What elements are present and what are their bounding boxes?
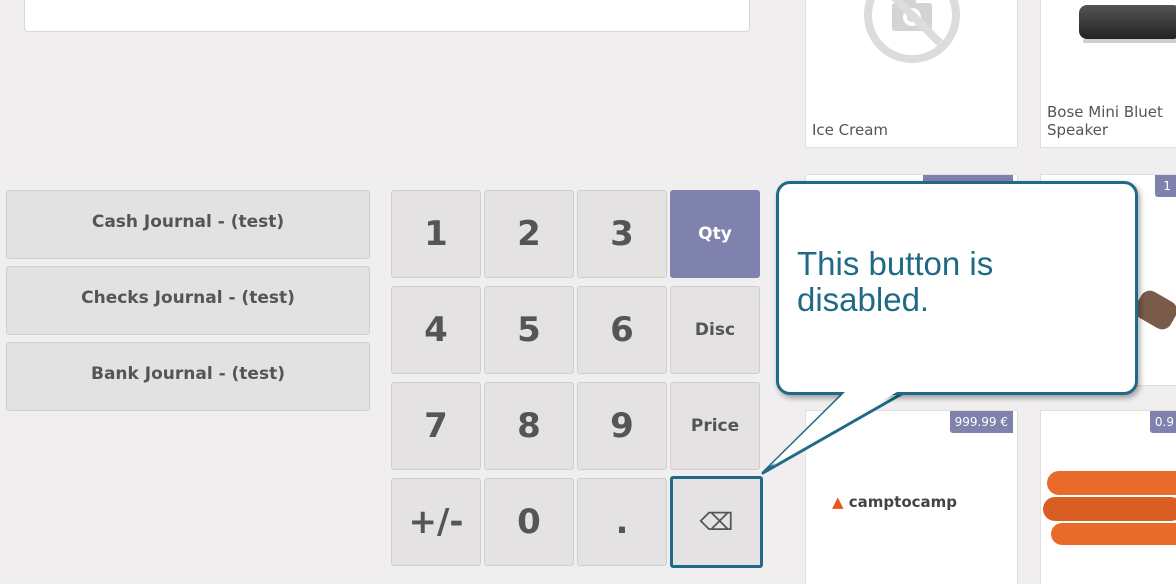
callout-text-line2: disabled. (797, 281, 930, 318)
callout-text-line1: This button is (797, 245, 994, 282)
callout-tooltip: This button is disabled. (776, 181, 1138, 395)
